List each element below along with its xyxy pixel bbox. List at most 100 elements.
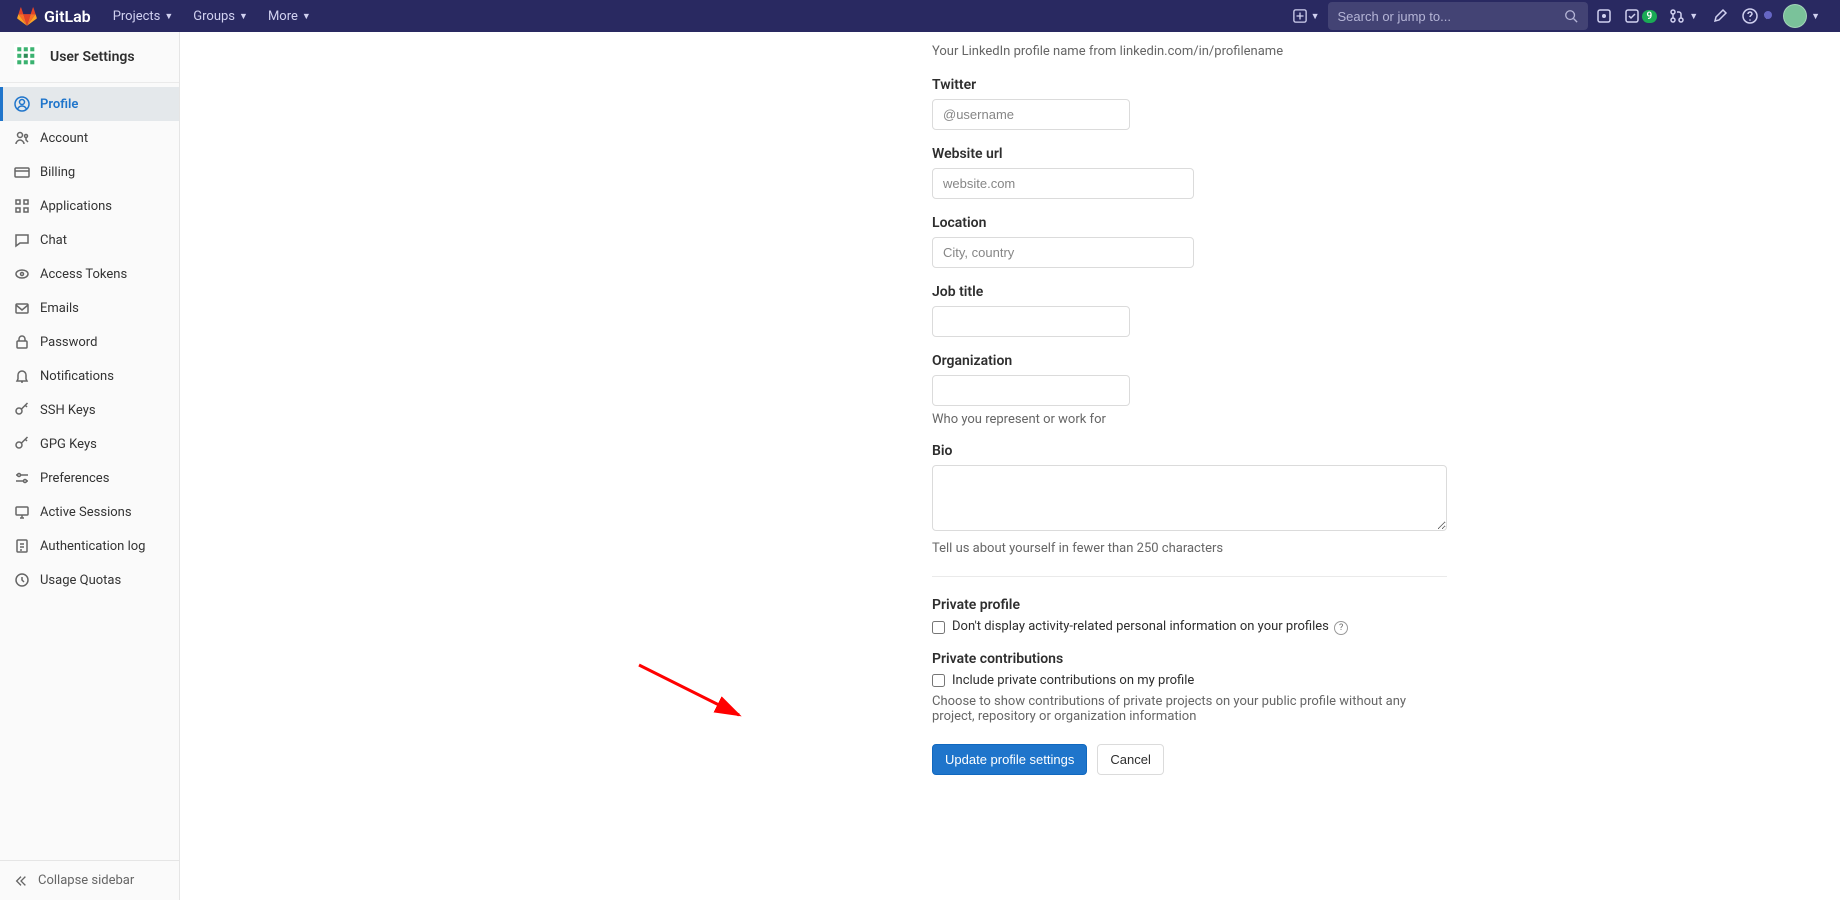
location-input[interactable] xyxy=(932,237,1194,268)
todos-badge: 9 xyxy=(1642,10,1658,23)
sidebar-item-gpg-keys[interactable]: GPG Keys xyxy=(0,427,179,461)
gitlab-logo[interactable]: GitLab xyxy=(16,5,91,27)
bio-label: Bio xyxy=(932,443,1447,459)
private-profile-checkbox[interactable] xyxy=(932,621,945,634)
sidebar-item-label: Access Tokens xyxy=(40,267,127,282)
sidebar-item-emails[interactable]: Emails xyxy=(0,291,179,325)
private-profile-heading: Private profile xyxy=(932,597,1447,613)
sidebar-item-label: Emails xyxy=(40,301,79,316)
search-input[interactable] xyxy=(1338,9,1556,24)
profile-icon xyxy=(14,96,30,112)
whats-new-link[interactable] xyxy=(1706,2,1734,30)
chevron-down-icon: ▼ xyxy=(1311,11,1320,22)
question-icon[interactable]: ? xyxy=(1334,621,1348,635)
account-icon xyxy=(14,130,30,146)
top-navbar: GitLab Projects▼ Groups▼ More▼ ▼ 9 ▼ xyxy=(0,0,1840,32)
location-label: Location xyxy=(932,215,1447,231)
sidebar-item-usage-quotas[interactable]: Usage Quotas xyxy=(0,563,179,597)
sidebar-item-label: Chat xyxy=(40,233,67,248)
preferences-icon xyxy=(14,470,30,486)
search-box[interactable] xyxy=(1328,2,1588,30)
plus-square-icon xyxy=(1293,9,1307,23)
todos-link[interactable]: 9 xyxy=(1620,8,1662,24)
bell-icon xyxy=(14,368,30,384)
edit-icon xyxy=(1712,8,1728,24)
new-dropdown[interactable]: ▼ xyxy=(1289,9,1324,23)
applications-icon xyxy=(14,198,30,214)
monitor-icon xyxy=(14,504,30,520)
private-contrib-help-text: Choose to show contributions of private … xyxy=(932,694,1447,724)
sidebar-item-label: Profile xyxy=(40,97,78,112)
organization-input[interactable] xyxy=(932,375,1130,406)
twitter-input[interactable] xyxy=(932,99,1130,130)
website-input[interactable] xyxy=(932,168,1194,199)
sidebar-item-chat[interactable]: Chat xyxy=(0,223,179,257)
private-contrib-checkbox[interactable] xyxy=(932,674,945,687)
sidebar-item-label: Applications xyxy=(40,199,112,214)
sidebar-item-authentication-log[interactable]: Authentication log xyxy=(0,529,179,563)
sidebar-item-label: Account xyxy=(40,131,88,146)
private-profile-check-label[interactable]: Don't display activity-related personal … xyxy=(952,619,1348,635)
collapse-sidebar[interactable]: Collapse sidebar xyxy=(0,860,179,900)
sidebar-item-profile[interactable]: Profile xyxy=(0,87,179,121)
sidebar-item-password[interactable]: Password xyxy=(0,325,179,359)
chevron-down-icon: ▼ xyxy=(1811,11,1820,22)
search-icon xyxy=(1564,9,1578,23)
sidebar-item-account[interactable]: Account xyxy=(0,121,179,155)
chevron-double-left-icon xyxy=(14,874,28,888)
website-label: Website url xyxy=(932,146,1447,162)
issues-link[interactable] xyxy=(1592,8,1616,24)
question-icon xyxy=(1742,8,1758,24)
sidebar-item-label: Usage Quotas xyxy=(40,573,121,588)
sidebar-item-active-sessions[interactable]: Active Sessions xyxy=(0,495,179,529)
sidebar-title: User Settings xyxy=(50,49,135,65)
help-dropdown[interactable]: ▼ xyxy=(1738,8,1775,24)
sidebar-item-notifications[interactable]: Notifications xyxy=(0,359,179,393)
sidebar-item-label: SSH Keys xyxy=(40,403,96,418)
chevron-down-icon: ▼ xyxy=(302,11,311,22)
chevron-down-icon: ▼ xyxy=(239,11,248,22)
bio-help-text: Tell us about yourself in fewer than 250… xyxy=(932,541,1447,556)
sidebar-item-label: GPG Keys xyxy=(40,437,97,452)
linkedin-help-text: Your LinkedIn profile name from linkedin… xyxy=(932,44,1447,59)
sidebar-item-ssh-keys[interactable]: SSH Keys xyxy=(0,393,179,427)
bio-textarea[interactable] xyxy=(932,465,1447,531)
nav-groups[interactable]: Groups▼ xyxy=(183,3,258,30)
brand-text: GitLab xyxy=(44,7,91,26)
sidebar-item-applications[interactable]: Applications xyxy=(0,189,179,223)
sidebar-item-preferences[interactable]: Preferences xyxy=(0,461,179,495)
nav-projects[interactable]: Projects▼ xyxy=(103,3,184,30)
credit-card-icon xyxy=(14,164,30,180)
private-contrib-heading: Private contributions xyxy=(932,651,1447,667)
jobtitle-input[interactable] xyxy=(932,306,1130,337)
sidebar-item-access-tokens[interactable]: Access Tokens xyxy=(0,257,179,291)
user-menu[interactable]: ▼ xyxy=(1779,4,1824,28)
private-contrib-check-label[interactable]: Include private contributions on my prof… xyxy=(952,673,1194,688)
collapse-label: Collapse sidebar xyxy=(38,873,134,888)
update-profile-button[interactable]: Update profile settings xyxy=(932,744,1087,775)
chevron-down-icon: ▼ xyxy=(164,11,173,22)
main-content: Your LinkedIn profile name from linkedin… xyxy=(180,32,1840,815)
sidebar-item-label: Active Sessions xyxy=(40,505,132,520)
chevron-down-icon: ▼ xyxy=(1689,11,1698,22)
key-icon xyxy=(14,402,30,418)
sidebar-item-label: Authentication log xyxy=(40,539,145,554)
sidebar-context[interactable]: User Settings xyxy=(0,32,179,83)
merge-requests-link[interactable]: ▼ xyxy=(1665,8,1702,24)
identicon-icon xyxy=(14,44,40,70)
sidebar-item-label: Preferences xyxy=(40,471,109,486)
sidebar-item-billing[interactable]: Billing xyxy=(0,155,179,189)
merge-request-icon xyxy=(1669,8,1685,24)
organization-label: Organization xyxy=(932,353,1447,369)
issue-icon xyxy=(1596,8,1612,24)
todo-icon xyxy=(1624,8,1640,24)
nav-more[interactable]: More▼ xyxy=(258,3,321,30)
sidebar: User Settings Profile Account Billing Ap… xyxy=(0,32,180,900)
tanuki-icon xyxy=(16,5,38,27)
lock-icon xyxy=(14,334,30,350)
cancel-button[interactable]: Cancel xyxy=(1097,744,1163,775)
twitter-label: Twitter xyxy=(932,77,1447,93)
token-icon xyxy=(14,266,30,282)
sidebar-item-label: Password xyxy=(40,335,97,350)
log-icon xyxy=(14,538,30,554)
